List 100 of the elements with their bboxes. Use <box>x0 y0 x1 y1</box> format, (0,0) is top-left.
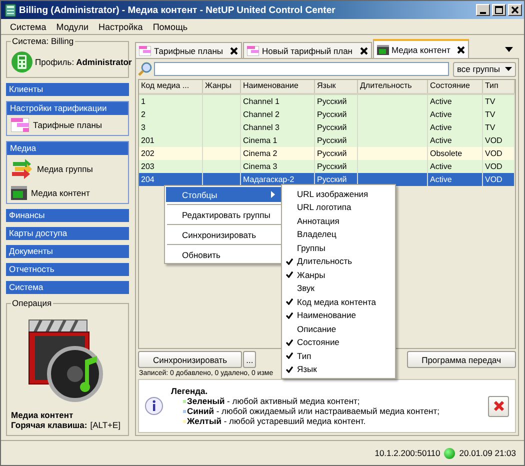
table-cell: 2 <box>141 110 146 119</box>
film-icon <box>11 186 27 200</box>
menu-item[interactable]: Состояние <box>282 336 395 349</box>
close-icon[interactable] <box>230 46 238 54</box>
menu-item[interactable]: Тип <box>282 349 395 362</box>
sidebar-section[interactable]: Отчетность <box>6 263 129 276</box>
close-icon[interactable] <box>360 46 368 54</box>
table-cell: Русский <box>317 175 347 184</box>
sidebar-section[interactable]: Финансы <box>6 209 129 222</box>
sidebar-section[interactable]: Клиенты <box>6 83 129 96</box>
schedule-button[interactable]: Программа передач <box>406 351 516 368</box>
close-icon[interactable] <box>457 46 466 54</box>
more-button[interactable]: ... <box>243 351 256 368</box>
table-cell: Obsolete <box>430 149 462 158</box>
column-header[interactable]: Тип <box>483 80 515 93</box>
legend-title: Легенда. <box>171 386 209 396</box>
table-cell: Русский <box>317 136 347 145</box>
tab-label: Новый тарифный план <box>262 46 352 56</box>
menu-item[interactable]: Настройка <box>94 22 148 32</box>
sidebar-item[interactable]: Тарифные планы <box>7 115 128 135</box>
table-cell: VOD <box>485 162 502 171</box>
table-cell: Channel 3 <box>243 123 280 132</box>
menu-item[interactable]: Система <box>5 22 52 32</box>
column-header[interactable]: Длительность <box>358 80 428 93</box>
table-cell: 201 <box>141 136 154 145</box>
tab[interactable]: Тарифные планы <box>135 42 242 58</box>
menu-item[interactable]: Модули <box>51 22 94 32</box>
menu-item[interactable]: Длительность <box>282 254 395 268</box>
table-cell: 202 <box>141 149 154 158</box>
table-cell: VOD <box>485 149 502 158</box>
search-icon <box>138 62 152 76</box>
table-cell: VOD <box>485 136 502 145</box>
sync-button[interactable]: Синхронизировать <box>138 351 242 368</box>
sidebar-section[interactable]: Медиа <box>7 142 128 155</box>
menu-item[interactable]: Редактировать группы <box>166 207 283 222</box>
tab[interactable]: Медиа контент <box>372 39 470 58</box>
sidebar-section[interactable]: Настройки тарификации <box>7 102 128 115</box>
menu-item[interactable]: Наименование <box>282 308 395 322</box>
column-header[interactable]: Жанры <box>203 80 241 93</box>
menu-item[interactable]: URL логотипа <box>282 200 395 214</box>
window-title: Billing (Administrator) - Медиа контент - NetUP United Control Center <box>19 4 336 16</box>
search-field[interactable] <box>154 62 449 76</box>
menu-item[interactable]: URL изображения <box>282 187 395 200</box>
menu-item[interactable]: Группы <box>282 241 395 254</box>
menu-item[interactable]: Звук <box>282 282 395 295</box>
sidebar-section[interactable]: Система <box>6 281 129 294</box>
table-row[interactable]: 203 Cinema 3 Русский Active VOD <box>139 160 515 173</box>
table-icon <box>11 118 29 132</box>
sidebar-item[interactable]: Медиа группы <box>7 155 128 183</box>
menu-item[interactable]: Обновить <box>166 247 283 262</box>
column-header[interactable]: Код медиа ... <box>139 80 203 93</box>
menu-item[interactable]: Аннотация <box>282 214 395 228</box>
legend-text: Синий - любой ожидаемый или настраиваемый медиа контент; <box>187 406 440 416</box>
menu-item[interactable]: Помощь <box>148 22 193 32</box>
column-header[interactable]: Состояние <box>428 80 483 93</box>
table-cell: Active <box>430 123 452 132</box>
menu-item[interactable]: Владелец <box>282 228 395 241</box>
sidebar-section[interactable]: Карты доступа <box>6 227 129 240</box>
table-cell: Active <box>430 97 452 106</box>
info-icon <box>145 397 163 415</box>
table-cell: TV <box>485 123 496 132</box>
table-cell: TV <box>485 110 496 119</box>
table-cell: Cinema 1 <box>243 136 278 145</box>
table-cell: 3 <box>141 123 146 132</box>
menu-item[interactable]: Жанры <box>282 268 395 282</box>
sidebar-section[interactable]: Документы <box>6 245 129 258</box>
item-label: Тарифные планы <box>33 120 102 130</box>
menu-item[interactable]: Столбцы <box>166 187 283 202</box>
tab-label: Медиа контент <box>392 44 450 54</box>
table-row[interactable]: 2 Channel 2 Русский Active TV <box>139 108 515 121</box>
table-cell: Русский <box>317 123 347 132</box>
table-cell: Channel 1 <box>243 97 280 106</box>
column-header[interactable]: Язык <box>315 80 358 93</box>
panel-legend: Операция <box>11 298 53 308</box>
column-header[interactable]: Наименование <box>241 80 315 93</box>
table-row[interactable]: 3 Channel 3 Русский Active TV <box>139 121 515 134</box>
table-row[interactable]: 1 Channel 1 Русский Active TV <box>139 95 515 108</box>
table-cell: Active <box>430 136 452 145</box>
menu-item[interactable]: Синхронизировать <box>166 227 283 242</box>
date-time: 20.01.09 21:03 <box>459 448 516 458</box>
tab[interactable]: Новый тарифный план <box>243 42 372 58</box>
table-row[interactable]: 201 Cinema 1 Русский Active VOD <box>139 134 515 147</box>
app-icon <box>5 4 16 16</box>
sidebar-item[interactable]: Медиа контент <box>7 183 128 203</box>
group-filter-dropdown[interactable]: все группы <box>452 62 516 76</box>
film-icon <box>376 44 388 54</box>
tab-label: Тарифные планы <box>154 46 223 56</box>
maximize-button[interactable] <box>492 4 506 16</box>
dropdown-arrow-icon[interactable] <box>505 47 513 52</box>
legend-text: Желтый - любой устаревший медиа контент. <box>187 416 366 426</box>
menu-item[interactable]: Описание <box>282 322 395 336</box>
menu-item[interactable]: Язык <box>282 362 395 376</box>
minimize-button[interactable] <box>476 4 490 16</box>
table-cell: Active <box>430 175 452 184</box>
menu-item[interactable]: Код медиа контента <box>282 295 395 308</box>
panel-legend: Система: Billing <box>11 36 75 46</box>
profile-label: Профиль: <box>35 57 74 67</box>
table-row[interactable]: 204 Мадагаскар-2 Русский Active VOD <box>139 173 515 186</box>
table-row[interactable]: 202 Cinema 2 Русский Obsolete VOD <box>139 147 515 160</box>
operation-name: Медиа контент <box>11 410 74 420</box>
